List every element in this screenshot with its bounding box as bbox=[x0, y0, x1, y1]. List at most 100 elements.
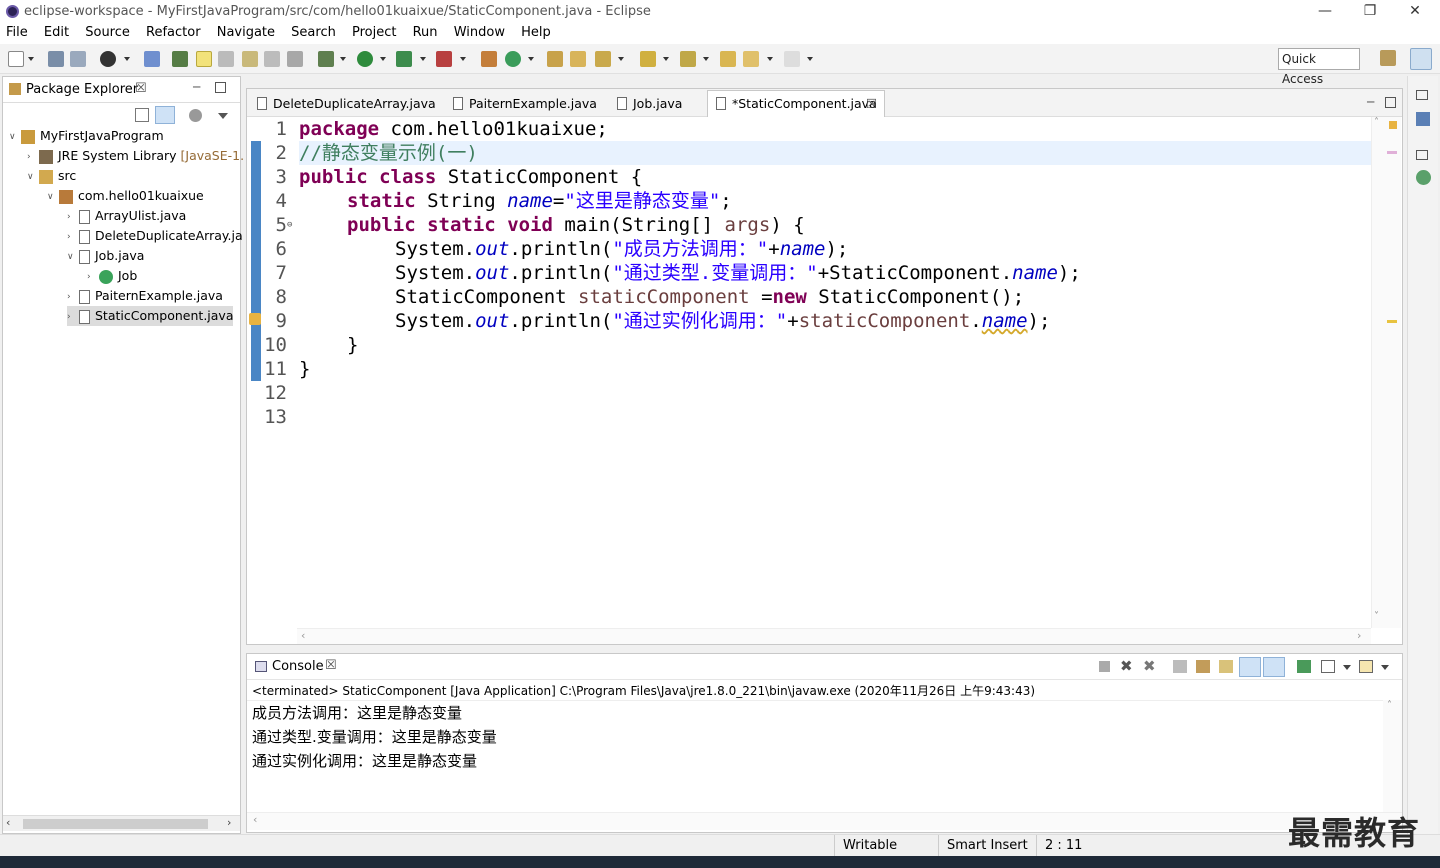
back-dropdown-icon[interactable] bbox=[767, 57, 773, 61]
prev-annotation-dropdown-icon[interactable] bbox=[703, 57, 709, 61]
tree-expand-icon[interactable]: ∨ bbox=[9, 127, 21, 147]
tree-expand-icon[interactable]: ∨ bbox=[27, 167, 39, 187]
menu-source[interactable]: Source bbox=[79, 24, 136, 42]
package-explorer-close-icon[interactable]: ☒ bbox=[135, 81, 147, 96]
tree-item-jre-library[interactable]: › JRE System Library [JavaSE-1. bbox=[27, 146, 244, 166]
save-all-icon[interactable] bbox=[70, 51, 86, 67]
console-title[interactable]: Console bbox=[272, 659, 324, 674]
next-annotation-dropdown-icon[interactable] bbox=[663, 57, 669, 61]
tree-expand-icon[interactable]: › bbox=[67, 207, 79, 227]
tab-deleteduplicatearray[interactable]: DeleteDuplicateArray.java bbox=[249, 91, 445, 116]
paragraph-icon[interactable] bbox=[287, 51, 303, 67]
menu-search[interactable]: Search bbox=[285, 24, 342, 42]
open-console-icon[interactable] bbox=[1359, 660, 1373, 673]
tree-expand-icon[interactable]: › bbox=[67, 307, 79, 327]
menu-navigate[interactable]: Navigate bbox=[211, 24, 281, 42]
view-menu-icon[interactable] bbox=[189, 109, 202, 122]
fold-collapse-icon[interactable]: ⊖ bbox=[287, 220, 292, 230]
scroll-thumb[interactable] bbox=[23, 819, 208, 829]
mark-occurrences-icon[interactable] bbox=[196, 51, 212, 67]
scroll-left-icon[interactable]: ‹ bbox=[6, 816, 10, 829]
last-edit-icon[interactable] bbox=[720, 51, 736, 67]
pin-console-icon[interactable] bbox=[1297, 660, 1311, 673]
profile-dropdown-icon[interactable] bbox=[124, 57, 130, 61]
tree-item-src[interactable]: ∨ src bbox=[27, 166, 76, 186]
scroll-lock-icon[interactable] bbox=[1196, 660, 1210, 673]
close-window-button[interactable]: ✕ bbox=[1395, 2, 1435, 22]
scroll-down-icon[interactable]: ˅ bbox=[1374, 611, 1379, 622]
java-perspective-icon[interactable] bbox=[1410, 48, 1432, 70]
restore-button[interactable]: ❐ bbox=[1350, 2, 1390, 22]
open-type-icon[interactable] bbox=[172, 51, 188, 67]
console-output[interactable]: 成员方法调用：这里是静态变量 通过类型.变量调用：这里是静态变量 通过实例化调用… bbox=[247, 700, 1383, 812]
view-menu-dropdown-icon[interactable] bbox=[218, 113, 228, 119]
console-vscrollbar[interactable]: ˄ bbox=[1383, 700, 1402, 812]
status-insert-mode[interactable]: Smart Insert bbox=[938, 835, 1038, 857]
link-with-editor-icon[interactable] bbox=[155, 106, 175, 124]
external-tools-icon[interactable] bbox=[436, 51, 452, 67]
new-java-package-icon[interactable] bbox=[481, 51, 497, 67]
open-type-hierarchy-icon[interactable] bbox=[547, 51, 563, 67]
tree-item-job-class[interactable]: › Job bbox=[87, 266, 137, 286]
skip-breakpoints-icon[interactable] bbox=[144, 51, 160, 67]
scroll-right-icon[interactable]: › bbox=[227, 816, 231, 829]
collapse-all-icon[interactable] bbox=[135, 108, 149, 122]
scroll-up-icon[interactable]: ˄ bbox=[1387, 700, 1392, 711]
package-explorer-title[interactable]: Package Explorer bbox=[26, 82, 138, 97]
menu-file[interactable]: File bbox=[0, 24, 34, 42]
show-on-stderr-icon[interactable] bbox=[1263, 657, 1285, 677]
tree-item-job-java[interactable]: ∨ Job.java bbox=[67, 246, 144, 266]
menu-project[interactable]: Project bbox=[346, 24, 402, 42]
code-area[interactable]: 1 2 3 4 5 6 7 8 9 10 11 12 13 ⊖ package … bbox=[247, 117, 1371, 628]
display-console-icon[interactable] bbox=[1321, 660, 1335, 673]
tree-item-paiternexample[interactable]: › PaiternExample.java bbox=[67, 286, 223, 306]
menu-edit[interactable]: Edit bbox=[38, 24, 75, 42]
show-on-stdout-icon[interactable] bbox=[1239, 657, 1261, 677]
display-console-dropdown-icon[interactable] bbox=[1343, 665, 1351, 670]
tree-expand-icon[interactable]: › bbox=[67, 227, 79, 247]
tree-expand-icon[interactable]: › bbox=[67, 287, 79, 307]
restore-view-icon[interactable] bbox=[1416, 90, 1428, 100]
warning-overview-icon[interactable] bbox=[1389, 121, 1397, 129]
tab-staticcomponent[interactable]: *StaticComponent.java ☒ bbox=[707, 90, 885, 117]
outline-view-icon[interactable] bbox=[1416, 112, 1430, 126]
maximize-view-icon[interactable] bbox=[215, 82, 226, 93]
debug-dropdown-icon[interactable] bbox=[340, 57, 346, 61]
new-java-class-icon[interactable] bbox=[505, 51, 521, 67]
overview-marker[interactable] bbox=[1387, 320, 1397, 323]
tree-expand-icon[interactable]: › bbox=[27, 147, 39, 167]
open-folder-icon[interactable] bbox=[570, 51, 586, 67]
toggle-word-wrap-icon[interactable] bbox=[242, 51, 258, 67]
new-icon[interactable] bbox=[8, 51, 24, 67]
forward-icon[interactable] bbox=[784, 51, 800, 67]
profile-icon[interactable] bbox=[100, 51, 116, 67]
menu-window[interactable]: Window bbox=[448, 24, 511, 42]
remove-all-launches-icon[interactable]: ✖ bbox=[1143, 657, 1156, 675]
restore-view-icon-2[interactable] bbox=[1416, 150, 1428, 160]
new-dropdown-icon[interactable] bbox=[28, 57, 34, 61]
package-explorer-hscrollbar[interactable]: ‹ › bbox=[3, 815, 240, 831]
console-hscrollbar[interactable]: ‹ bbox=[247, 812, 1402, 830]
tree-item-staticcomponent[interactable]: › StaticComponent.java bbox=[67, 306, 233, 326]
block-selection-icon[interactable] bbox=[218, 51, 234, 67]
editor-hscrollbar[interactable]: ‹ › bbox=[297, 628, 1371, 644]
run-icon[interactable] bbox=[357, 51, 373, 67]
task-list-icon[interactable] bbox=[1416, 170, 1431, 185]
menu-refactor[interactable]: Refactor bbox=[140, 24, 207, 42]
new-class-dropdown-icon[interactable] bbox=[528, 57, 534, 61]
scroll-right-icon[interactable]: › bbox=[1357, 629, 1361, 642]
show-whitespace-icon[interactable] bbox=[264, 51, 280, 67]
scroll-left-icon[interactable]: ‹ bbox=[253, 813, 257, 826]
warning-marker-icon[interactable] bbox=[249, 313, 261, 325]
maximize-editor-icon[interactable] bbox=[1385, 97, 1396, 108]
quick-access-input[interactable]: Quick Access bbox=[1278, 48, 1360, 86]
coverage-icon[interactable] bbox=[396, 51, 412, 67]
tab-paiternexample[interactable]: PaiternExample.java bbox=[445, 91, 607, 116]
debug-icon[interactable] bbox=[318, 51, 334, 67]
prev-annotation-icon[interactable] bbox=[680, 51, 696, 67]
word-wrap-icon[interactable] bbox=[1219, 660, 1233, 673]
minimize-button[interactable]: — bbox=[1305, 2, 1345, 22]
open-perspective-icon[interactable] bbox=[1380, 50, 1396, 66]
remove-launch-icon[interactable]: ✖ bbox=[1120, 657, 1133, 675]
menu-help[interactable]: Help bbox=[515, 24, 557, 42]
